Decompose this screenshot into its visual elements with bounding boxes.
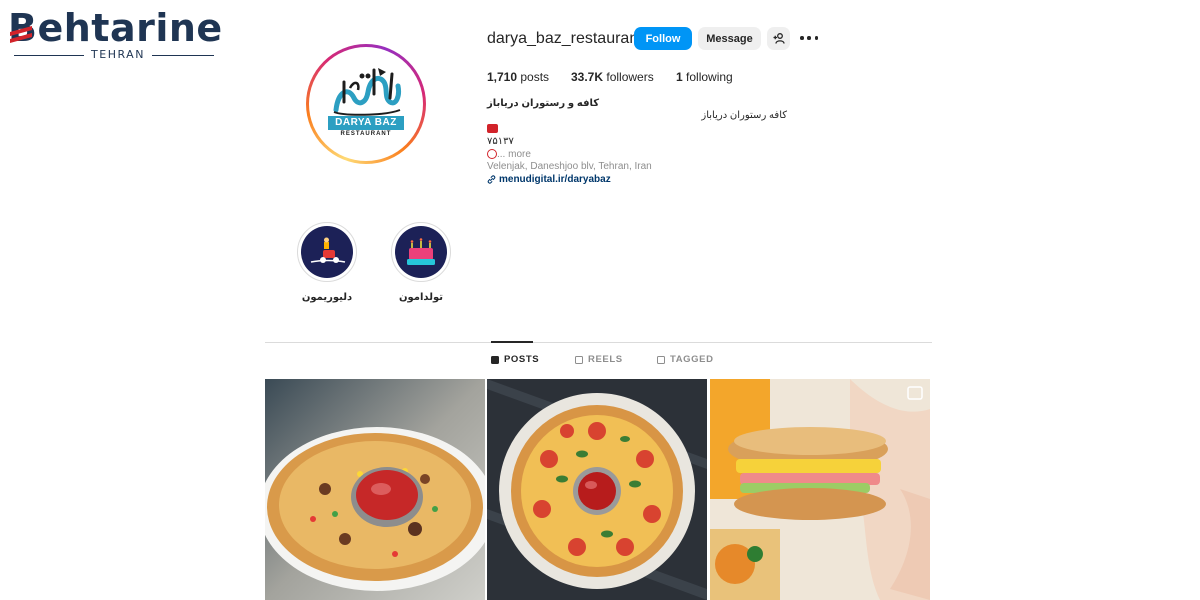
more-dot bbox=[814, 36, 818, 40]
alarm-clock-icon bbox=[487, 149, 497, 160]
following-count-value: 1 bbox=[676, 70, 683, 84]
tabs-divider bbox=[265, 342, 932, 343]
profile-avatar[interactable]: DARYA BAZ RESTAURANT bbox=[306, 44, 426, 164]
logo-sub-text: RESTAURANT bbox=[340, 131, 392, 137]
delivery-scooter-icon bbox=[301, 226, 353, 278]
highlight-ring bbox=[391, 222, 451, 282]
bio-address: Velenjak, Daneshjoo blv, Tehran, Iran bbox=[487, 161, 652, 172]
profile-username[interactable]: darya_baz_restaurant bbox=[487, 30, 643, 48]
post-thumbnail-3[interactable] bbox=[710, 379, 930, 600]
bio-more-link[interactable]: ... more bbox=[497, 149, 531, 160]
tab-posts[interactable]: POSTS bbox=[491, 354, 539, 365]
followers-count-value: 33.7K bbox=[571, 70, 604, 84]
watermark-brand-text: Behtarine bbox=[8, 6, 223, 50]
watermark-divider-left bbox=[14, 55, 84, 56]
bio-link-row[interactable]: menudigital.ir/daryabaz bbox=[487, 174, 787, 187]
highlight-birthday-label: تولدامون bbox=[399, 292, 443, 303]
birthday-illustration bbox=[407, 238, 435, 265]
watermark-divider-right bbox=[152, 55, 214, 56]
tab-reels[interactable]: REELS bbox=[575, 354, 623, 365]
posts-count-value: 1,710 bbox=[487, 70, 518, 84]
more-options-icon[interactable] bbox=[800, 31, 818, 45]
highlight-birthday[interactable]: تولدامون bbox=[391, 222, 451, 303]
tab-posts-label: POSTS bbox=[504, 354, 540, 365]
bio-phone: ۷۵۱۳۷ bbox=[487, 136, 514, 147]
post-thumbnail-1[interactable] bbox=[265, 379, 485, 600]
follow-button[interactable]: Follow bbox=[634, 27, 692, 50]
telephone-emoji-icon bbox=[487, 123, 787, 136]
highlight-delivery[interactable]: دلیوریمون bbox=[297, 222, 357, 303]
telephone-icon bbox=[487, 123, 498, 133]
margherita-pizza-photo bbox=[487, 379, 707, 600]
following-link[interactable]: 1 following bbox=[676, 70, 733, 84]
tab-tagged[interactable]: TAGGED bbox=[657, 354, 714, 365]
bio-more-row[interactable]: ... more bbox=[487, 149, 787, 162]
highlight-ring bbox=[297, 222, 357, 282]
post-thumbnail-2[interactable] bbox=[487, 379, 707, 600]
darya-baz-calligraphy-icon bbox=[333, 68, 401, 116]
more-dot bbox=[800, 36, 804, 40]
add-user-icon bbox=[773, 33, 785, 44]
restaurant-logo-image: DARYA BAZ RESTAURANT bbox=[314, 52, 418, 156]
pizza-ketchup-photo bbox=[265, 379, 485, 600]
sandwich-photo bbox=[710, 379, 930, 600]
followers-label: followers bbox=[606, 70, 654, 84]
avatar-ring-gap: DARYA BAZ RESTAURANT bbox=[309, 47, 423, 161]
behtarine-watermark-logo: Behtarine TEHRAN bbox=[8, 6, 222, 62]
followers-link[interactable]: 33.7K followers bbox=[571, 70, 654, 84]
bio-name: کافه و رستوران دریاباز bbox=[487, 98, 600, 109]
following-label: following bbox=[686, 70, 733, 84]
highlight-delivery-label: دلیوریمون bbox=[301, 292, 353, 303]
reels-icon bbox=[575, 355, 583, 364]
posts-count: 1,710 posts bbox=[487, 70, 549, 84]
delivery-illustration bbox=[310, 237, 346, 263]
grid-icon bbox=[491, 355, 499, 364]
add-user-button[interactable] bbox=[767, 27, 790, 50]
active-tab-indicator bbox=[491, 341, 533, 343]
more-dot bbox=[807, 36, 811, 40]
link-icon bbox=[487, 175, 496, 184]
birthday-cake-icon bbox=[395, 226, 447, 278]
message-button[interactable]: Message bbox=[698, 27, 761, 50]
tab-reels-label: REELS bbox=[588, 354, 623, 365]
posts-count-label: posts bbox=[520, 70, 550, 84]
bio-category: کافه رستوران دریاباز bbox=[701, 110, 787, 121]
tagged-icon bbox=[657, 355, 665, 364]
watermark-stripes-icon bbox=[10, 26, 32, 43]
tab-tagged-label: TAGGED bbox=[670, 354, 714, 365]
logo-brand-text: DARYA BAZ bbox=[328, 116, 404, 130]
bio-website-link[interactable]: menudigital.ir/daryabaz bbox=[499, 174, 611, 185]
watermark-city-text: TEHRAN bbox=[91, 48, 145, 61]
